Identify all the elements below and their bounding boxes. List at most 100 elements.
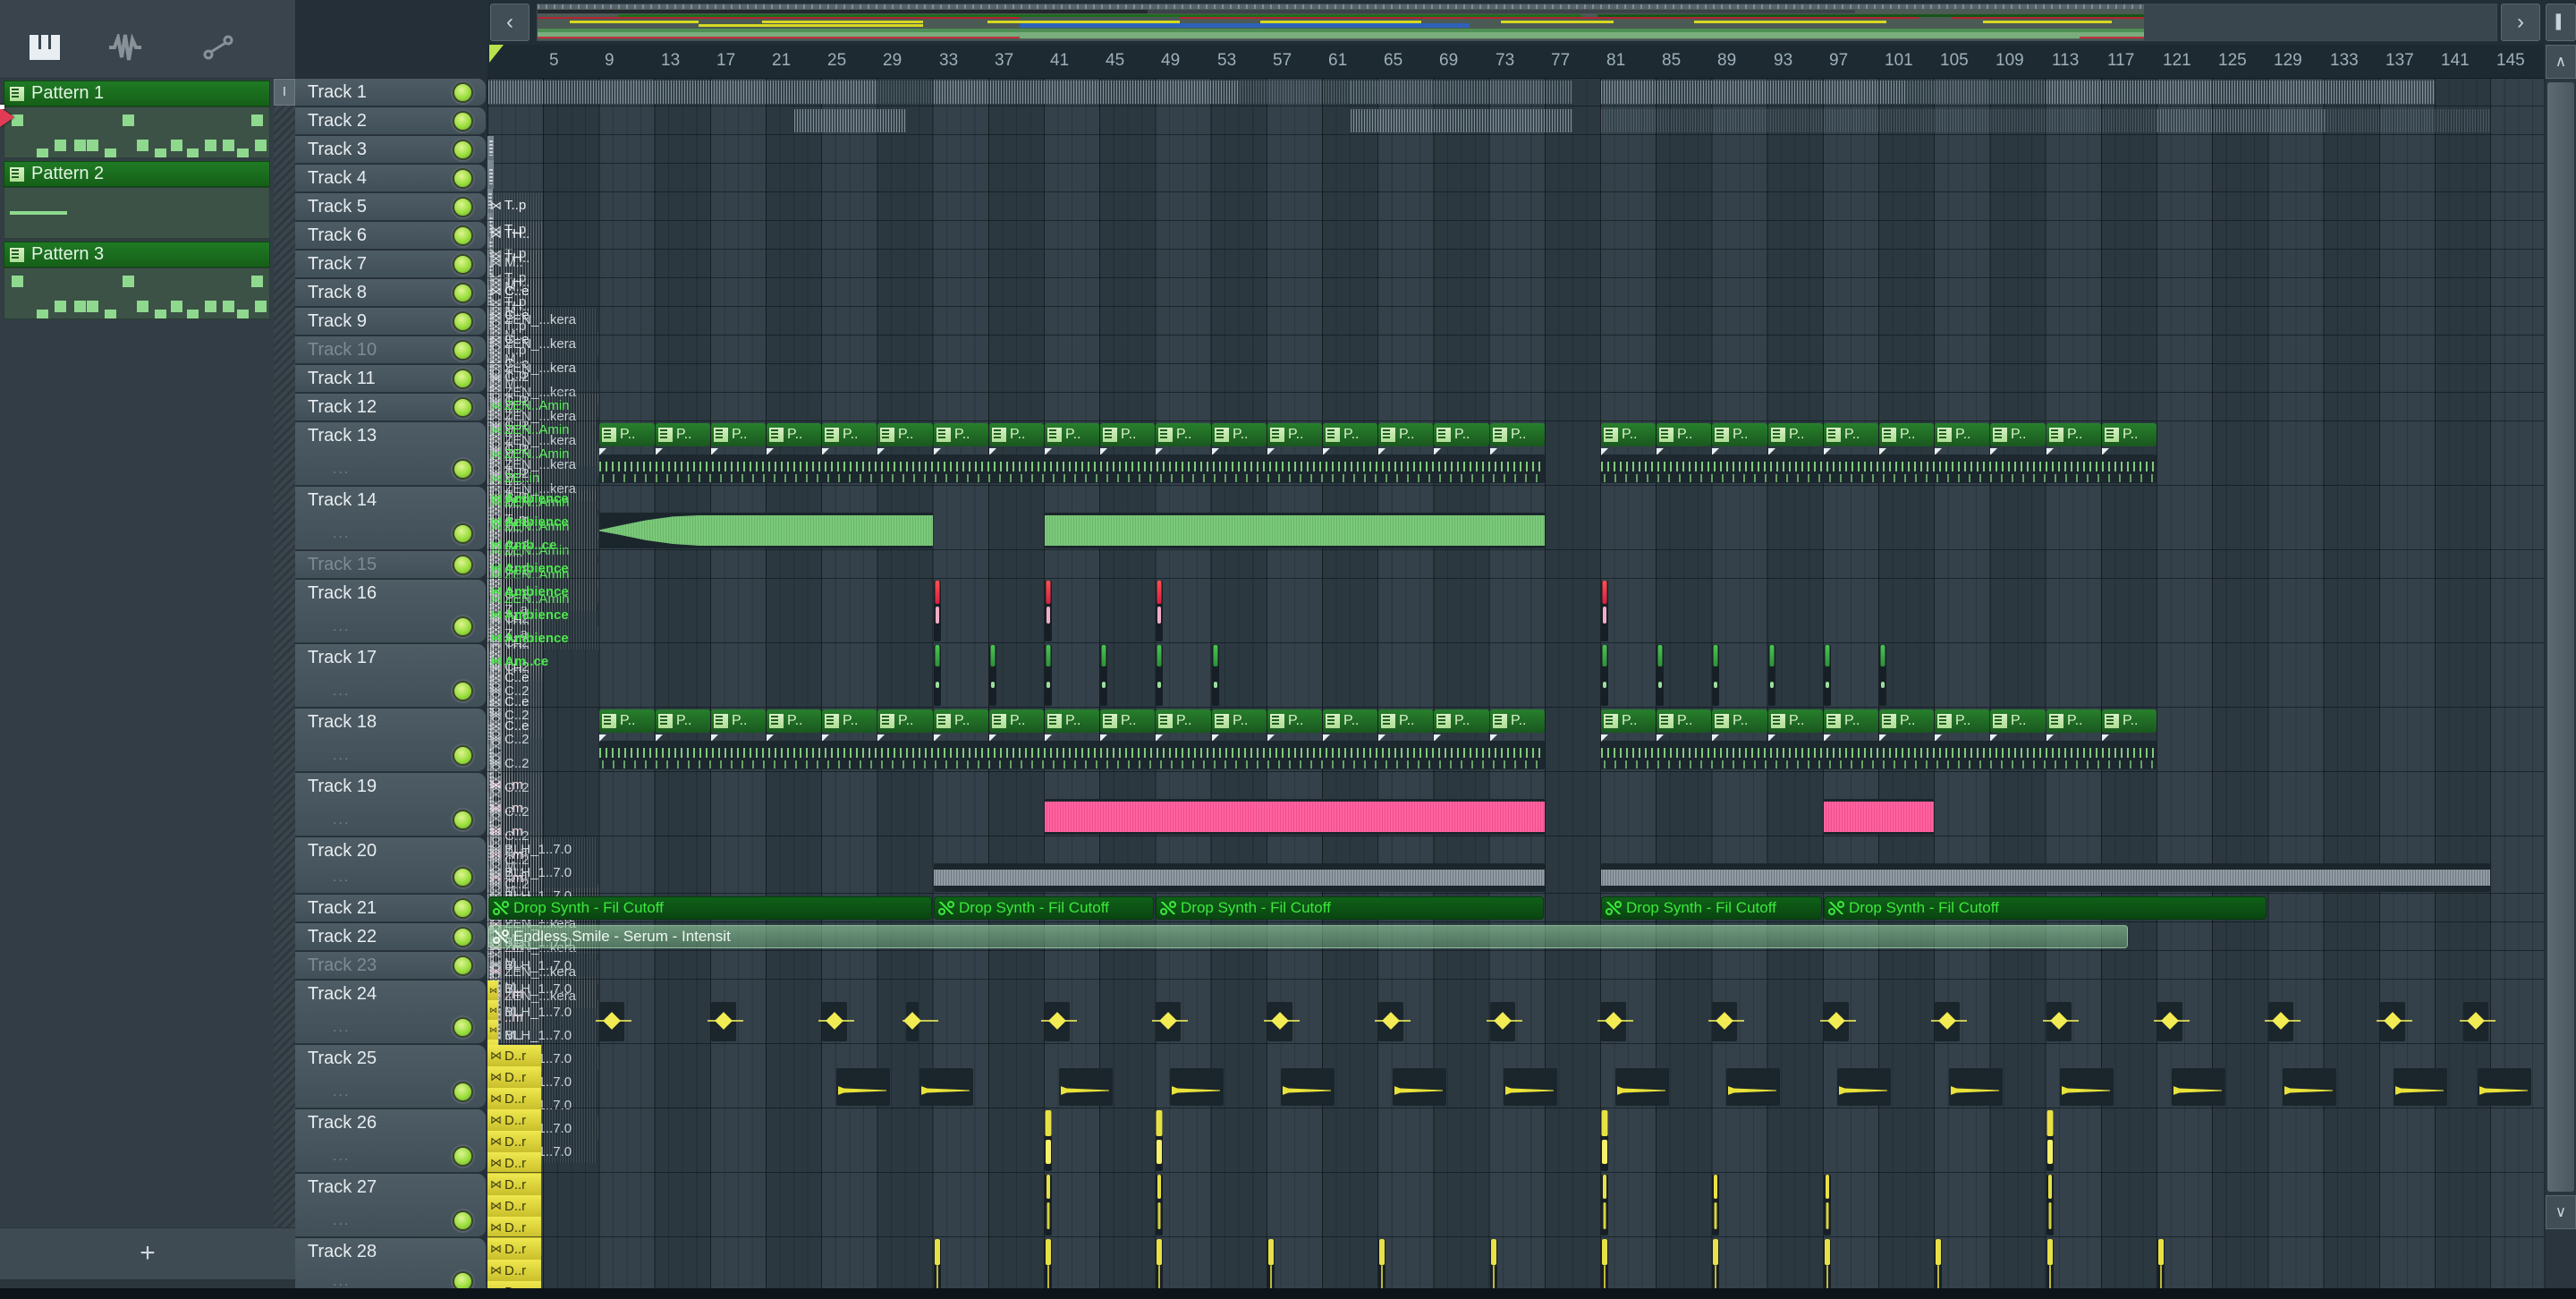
track-lane[interactable] — [487, 107, 2544, 135]
pattern-name[interactable]: Pattern 2 — [4, 161, 270, 187]
track-name[interactable]: Track 1 — [308, 82, 367, 103]
track-mute-led[interactable] — [453, 168, 473, 189]
track-mute-led[interactable] — [453, 867, 473, 887]
track-lane[interactable] — [487, 580, 2544, 643]
track-lane[interactable] — [487, 1174, 2544, 1237]
audio-clip-body[interactable] — [934, 863, 1545, 892]
scroll-up-button[interactable]: ∧ — [2546, 45, 2576, 79]
pattern-clip[interactable]: P.. — [2046, 709, 2101, 733]
automation-clip[interactable]: Drop Synth - Fil Cutoff — [488, 896, 932, 920]
clip[interactable]: ⋈..m — [487, 796, 542, 819]
pattern-item[interactable]: Pattern 2 — [4, 161, 270, 239]
track-lane[interactable]: ⋈ZEN..Amin⋈ZEN..Amin⋈ZEN..Amin⋈ZE..in⋈ZE… — [487, 394, 2544, 611]
audio-clip-body[interactable] — [1045, 513, 1545, 548]
pattern-play-cursor[interactable] — [0, 105, 14, 127]
clip[interactable]: ⋈D..r — [487, 1066, 541, 1088]
track-name[interactable]: Track 15 — [308, 555, 377, 575]
pattern-clip[interactable]: P.. — [1768, 709, 1823, 733]
track-header[interactable]: Track 20... — [295, 837, 486, 894]
track-mute-led[interactable] — [453, 523, 473, 544]
track-options-dots[interactable]: ... — [333, 619, 350, 635]
track-lane[interactable]: ⋈ Ambience ⋈ Ambience ⋈ Amb..ce ⋈ Ambience ⋈ Ambi… — [487, 487, 2544, 673]
track-mute-led[interactable] — [453, 955, 473, 976]
track-header[interactable]: Track 12 — [295, 394, 486, 421]
track-lane[interactable]: ⋈⋈⋈⋈⋈⋈⋈⋈⋈⋈⋈⋈⋈⋈⋈⋈⋈⋈⋈⋈⋈⋈⋈⋈⋈⋈⋈⋈⋈⋈⋈⋈⋈⋈⋈ — [487, 981, 2544, 1299]
track-name[interactable]: Track 4 — [308, 168, 367, 189]
pattern-clip[interactable]: P.. — [1657, 423, 1711, 446]
track-lane[interactable] — [487, 551, 2544, 579]
pattern-clip[interactable]: P.. — [1601, 709, 1656, 733]
clip[interactable]: ⋈ZEN..Amin — [487, 394, 598, 418]
pattern-clip[interactable]: P.. — [934, 709, 988, 733]
track-header[interactable]: Track 3 — [295, 136, 486, 164]
hit-clip[interactable] — [1657, 645, 1664, 706]
track-lane[interactable] — [487, 79, 2544, 106]
track-name[interactable]: Track 6 — [308, 225, 367, 246]
pattern-clip[interactable]: P.. — [1156, 709, 1211, 733]
track-header[interactable]: Track 2 — [295, 107, 486, 135]
track-options-dots[interactable]: ... — [333, 462, 350, 478]
track-options-dots[interactable]: ... — [333, 683, 350, 700]
marker-button[interactable]: ▌ — [2546, 4, 2576, 41]
pattern-clip[interactable]: P.. — [1990, 709, 2046, 733]
track-mute-led[interactable] — [453, 898, 473, 919]
pattern-clip[interactable]: P.. — [1434, 709, 1489, 733]
audio-clip-body[interactable] — [1045, 799, 1545, 835]
clip[interactable] — [487, 136, 494, 160]
waveform-icon[interactable] — [109, 34, 141, 61]
track-name[interactable]: Track 26 — [308, 1113, 377, 1133]
track-header[interactable]: Track 13... — [295, 422, 486, 486]
hit-clip[interactable] — [1601, 1175, 1608, 1235]
clip[interactable]: ⋈ — [487, 1000, 498, 1020]
clip-waveform-strip[interactable] — [1351, 81, 1573, 104]
track-options-dots[interactable]: ... — [333, 1084, 350, 1100]
track-mute-led[interactable] — [453, 111, 473, 132]
track-name[interactable]: Track 7 — [308, 254, 367, 275]
track-mute-led[interactable] — [453, 369, 473, 389]
track-mute-led[interactable] — [453, 311, 473, 332]
track-name[interactable]: Track 22 — [308, 927, 377, 947]
track-mute-led[interactable] — [453, 459, 473, 480]
track-mute-led[interactable] — [453, 616, 473, 637]
pattern-clip[interactable]: P.. — [1045, 709, 1099, 733]
track-name[interactable]: Track 2 — [308, 111, 367, 132]
hit-clip[interactable] — [1045, 1175, 1052, 1235]
track-header[interactable]: Track 8 — [295, 279, 486, 307]
clip-waveform-strip[interactable] — [2157, 109, 2325, 132]
hit-clip[interactable] — [989, 645, 996, 706]
pattern-clip[interactable]: P.. — [1712, 709, 1767, 733]
track-header[interactable]: Track 19... — [295, 773, 486, 836]
pattern-clip[interactable]: P.. — [2102, 423, 2157, 446]
track-lane[interactable]: ⋈C..e⋈C..e⋈C..e⋈C..e⋈⋈⋈⋈⋈⋈⋈⋈⋈⋈⋈⋈⋈C..e⋈C.… — [487, 279, 2544, 738]
track-mute-led[interactable] — [453, 82, 473, 103]
track-header[interactable]: Track 15 — [295, 551, 486, 579]
track-header[interactable]: Track 23 — [295, 952, 486, 980]
track-mute-led[interactable] — [453, 1210, 473, 1231]
pattern-clip[interactable]: P.. — [877, 423, 933, 446]
hit-clip[interactable] — [1156, 1175, 1163, 1235]
track-name[interactable]: Track 28 — [308, 1242, 377, 1262]
track-lane[interactable]: ⋈TH..⋈TH..⋈TH..⋈TH..⋈⋈⋈⋈⋈⋈⋈⋈⋈⋈⋈⋈⋈TH..⋈TH… — [487, 222, 2544, 681]
pattern-clip[interactable]: P.. — [934, 423, 988, 446]
track-header[interactable]: Track 26... — [295, 1109, 486, 1173]
track-header[interactable]: Track 16... — [295, 580, 486, 643]
pattern-clip[interactable]: P.. — [1768, 423, 1823, 446]
pattern-clip[interactable]: P.. — [1657, 709, 1711, 733]
clip-waveform-strip[interactable] — [1240, 81, 1351, 104]
track-lane[interactable]: ⋈ BLH_1..7.0 ⋈ BLH_1..7.0 ⋈ BLH_1..7.0 ⋈ BLH_1.… — [487, 837, 2544, 1163]
pattern-clip[interactable]: P.. — [822, 709, 877, 733]
track-lane[interactable]: ⋈..m⋈..m⋈..m⋈..m⋈..m⋈⋈⋈..m⋈⋈..m⋈..m — [487, 773, 2544, 1029]
track-header[interactable]: Track 18... — [295, 709, 486, 772]
audio-clip-body[interactable] — [1824, 799, 1934, 835]
hit-clip[interactable] — [1768, 645, 1775, 706]
pattern-notes-preview[interactable] — [1601, 741, 2157, 769]
track-header[interactable]: Track 6 — [295, 222, 486, 250]
track-options-dots[interactable]: ... — [333, 748, 350, 764]
clip[interactable]: ⋈C..e — [487, 279, 542, 303]
pattern-clip[interactable]: P.. — [1100, 423, 1155, 446]
pattern-clip[interactable]: P.. — [656, 709, 710, 733]
track-name[interactable]: Track 13 — [308, 426, 377, 446]
clip-waveform-strip[interactable] — [934, 81, 1240, 104]
playlist-grid[interactable]: ⋈T..p⋈T..p⋈T..p⋈T..p⋈T..p⋈T..p⋈T..p⋈T..p… — [487, 79, 2544, 1299]
pattern-clip[interactable]: P.. — [1212, 709, 1267, 733]
